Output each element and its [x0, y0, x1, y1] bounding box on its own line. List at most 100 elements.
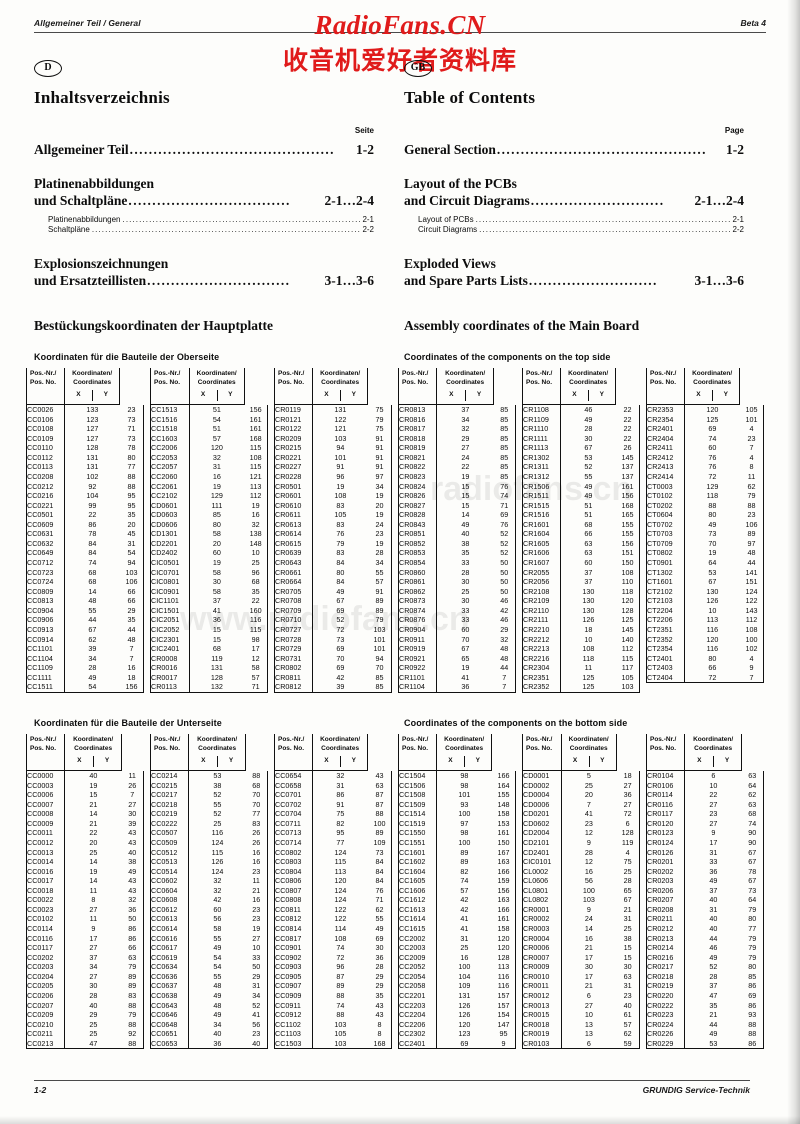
cell-coordinate-y: 120 — [491, 943, 516, 953]
cell-coordinate-x: 28 — [560, 847, 617, 858]
table-row: CC0006 15 7 — [25, 790, 145, 800]
cell-coordinate-y: 19 — [367, 510, 392, 520]
table-row: CR1511 49 156 — [522, 491, 640, 501]
toc-subentry[interactable]: Schaltpläne ............................… — [48, 225, 374, 234]
cell-coordinate-x: 87 — [311, 971, 368, 982]
cell-coordinate-y: 161 — [491, 828, 516, 838]
col-header-position: Pos.-Nr./Pos. No. — [150, 368, 190, 405]
table-row: CR0601 108 19 — [274, 491, 392, 501]
toc-entry-label-line2: and Circuit Diagrams — [404, 193, 530, 208]
cell-coordinate-y: 168 — [615, 500, 640, 511]
toc-subentry[interactable]: Platinenabbildungen ....................… — [48, 215, 374, 224]
table-row: CT0709 70 97 — [646, 538, 764, 549]
toc-gb-entry-1[interactable]: General Section ........................… — [404, 142, 744, 158]
table-row: CC0218 55 70 — [149, 799, 269, 810]
toc-de-entry-1[interactable]: Allgemeiner Teil .......................… — [34, 142, 374, 158]
table-row: CC0117 27 66 — [25, 943, 145, 953]
table-row: CR2108 130 118 — [522, 586, 640, 597]
cell-coordinate-y: 155 — [491, 790, 516, 800]
cell-coordinate-y: 40 — [121, 847, 145, 858]
cell-coordinate-y: 72 — [616, 809, 641, 819]
section-title-main-board-gb: Assembly coordinates of the Main Board — [404, 318, 640, 333]
toc-subentry[interactable]: Layout of PCBs .........................… — [418, 215, 744, 224]
cell-coordinate-x: 44 — [63, 615, 120, 625]
table-row: CC0802 124 73 — [274, 847, 392, 858]
cell-coordinate-x: 15 — [436, 481, 494, 492]
toc-gb-pagehdr-wrap: Page — [404, 126, 744, 135]
cell-coordinate-y: 70 — [367, 663, 392, 673]
table-row: CC0911 74 43 — [274, 1000, 392, 1011]
cell-coordinate-x: 60 — [188, 904, 246, 915]
cell-coordinate-y: 49 — [121, 866, 145, 877]
cell-coordinate-y: 95 — [119, 491, 144, 501]
table-row: CC0026 133 23 — [26, 404, 144, 415]
cell-position-number: CR0727 — [274, 624, 313, 635]
cell-coordinate-y: 78 — [119, 443, 144, 453]
cell-coordinate-y: 23 — [119, 404, 144, 415]
cell-coordinate-x: 25 — [64, 847, 122, 858]
cell-coordinate-y: 108 — [615, 567, 640, 578]
cell-coordinate-x: 37 — [559, 567, 616, 578]
table-row: CR0610 83 20 — [274, 500, 392, 511]
toc-gb-entry-3[interactable]: Exploded Views and Spare Parts Lists ...… — [404, 256, 744, 289]
toc-gb-entry-2[interactable]: Layout of the PCBs and Circuit Diagrams … — [404, 176, 744, 234]
table-row: CR2111 126 125 — [522, 615, 640, 625]
cell-coordinate-x: 38 — [188, 780, 246, 791]
cell-coordinate-y: 100 — [739, 634, 764, 645]
cell-position-number: CR0853 — [397, 548, 437, 558]
cell-coordinate-y: 9 — [491, 1038, 516, 1050]
cell-position-number: CIC0801 — [150, 577, 190, 587]
cell-position-number: CC0643 — [149, 1000, 189, 1011]
col-header-pos-gb: Pos. No. — [402, 744, 429, 752]
cell-coordinate-y: 84 — [367, 866, 392, 877]
cell-coordinate-y: 89 — [367, 596, 392, 606]
toc-leader-dots: ........................................… — [91, 225, 361, 234]
table-row: CC0723 68 103 — [26, 567, 144, 578]
table-row: CC0514 124 23 — [149, 866, 269, 877]
toc-entry-label-line1: Exploded Views — [404, 256, 496, 271]
cell-coordinate-y: 38 — [121, 857, 145, 867]
cell-position-number: CR1109 — [522, 414, 561, 425]
table-row: CR0710 52 79 — [274, 615, 392, 625]
cell-coordinate-y: 44 — [493, 663, 517, 673]
cell-coordinate-x: 94 — [311, 443, 368, 453]
toc-leader-dots: ........................................… — [129, 142, 335, 157]
cell-position-number: CC0613 — [149, 914, 189, 924]
table-row: CR2412 76 4 — [646, 452, 764, 463]
cell-position-number: CC0802 — [274, 847, 313, 858]
table-row: CR0216 49 79 — [645, 952, 765, 963]
toc-de-entry-3[interactable]: Explosionszeichnungen und Ersatzteillist… — [34, 256, 374, 289]
toc-de-entry-2[interactable]: Platinenabbildungen und Schaltpläne ....… — [34, 176, 374, 234]
table-row: CC0102 11 50 — [25, 914, 145, 924]
cell-coordinate-x: 113 — [683, 615, 740, 625]
cell-coordinate-y: 147 — [491, 1019, 516, 1030]
col-header-coord-gb: Coordinates — [693, 378, 732, 386]
table-row: CR0611 105 19 — [274, 510, 392, 520]
cell-coordinate-y: 150 — [491, 837, 516, 848]
table-row: CR0018 13 57 — [522, 1019, 641, 1030]
cell-coordinate-y: 35 — [367, 990, 392, 1001]
cell-coordinate-x: 121 — [311, 424, 368, 434]
cell-coordinate-y: 116 — [244, 615, 269, 625]
table-row: CR0862 25 50 — [397, 586, 517, 597]
cell-position-number: CC0207 — [25, 1000, 65, 1011]
table-row: CT0604 80 23 — [646, 510, 764, 520]
cell-coordinate-x: 80 — [683, 653, 740, 664]
toc-subentry-page: 2-1 — [362, 215, 374, 224]
cell-coordinate-y: 163 — [491, 895, 516, 905]
watermark-radiofans: RadioFans.CN — [314, 10, 486, 40]
cell-position-number: CC0501 — [26, 510, 65, 520]
toc-subentry[interactable]: Circuit Diagrams .......................… — [418, 225, 744, 234]
cell-position-number: CR0610 — [274, 500, 313, 511]
cell-coordinate-y: 31 — [245, 981, 269, 991]
toc-title-gb: Table of Contents — [404, 88, 536, 107]
cell-position-number: CD2101 — [522, 837, 562, 848]
table-row: CC0512 115 16 — [149, 847, 269, 858]
cell-coordinate-x: 131 — [435, 990, 492, 1001]
table-row: CR2413 76 8 — [646, 462, 764, 472]
cell-position-number: CR0874 — [397, 605, 437, 616]
cell-coordinate-y: 35 — [119, 510, 144, 520]
table-row: CR0802 69 70 — [274, 663, 392, 673]
cell-position-number: CD2402 — [150, 548, 190, 558]
cell-coordinate-y: 8 — [367, 1029, 392, 1039]
